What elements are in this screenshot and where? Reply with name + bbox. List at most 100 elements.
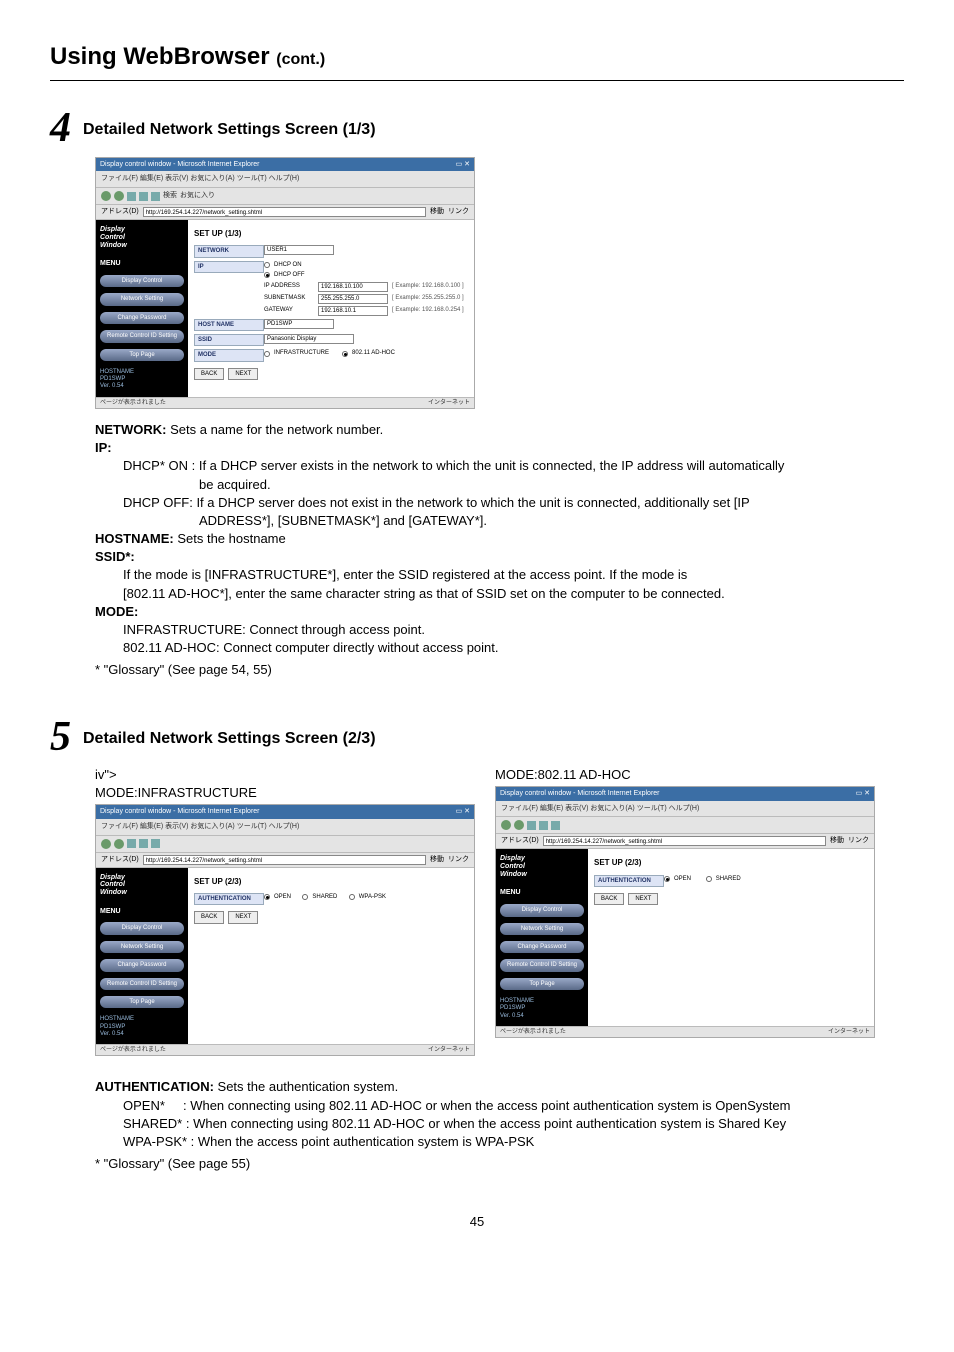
back-button[interactable]: BACK (194, 368, 224, 380)
refresh-icon[interactable] (139, 192, 148, 201)
title-cont: (cont.) (276, 51, 325, 68)
next-button-l[interactable]: NEXT (228, 911, 258, 923)
sidebar-item-change-password[interactable]: Change Password (500, 941, 584, 953)
back-icon[interactable] (101, 839, 111, 849)
subnet-hint: [ Example: 255.255.255.0 ] (392, 294, 464, 302)
lead-dhcp-on: DHCP* ON : (123, 458, 199, 473)
gateway-input[interactable]: 192.168.10.1 (318, 306, 388, 316)
window-controls-icon-l[interactable]: ▭ ✕ (456, 807, 470, 817)
back-icon[interactable] (101, 191, 111, 201)
sidebar: DisplayControlWindow MENU Display Contro… (96, 220, 188, 396)
sidebar-item-remote-id[interactable]: Remote Control ID Setting (100, 330, 184, 342)
address-bar: アドレス(D) http://169.254.14.227/network_se… (96, 205, 474, 220)
txt-shared: When connecting using 802.11 AD-HOC or w… (189, 1116, 786, 1131)
status-right-l: インターネット (428, 1046, 470, 1054)
field-label-ip: IP (194, 261, 264, 273)
form-panel-l: SET UP (2/3) AUTHENTICATION OPEN SHARED … (188, 868, 474, 1044)
step-4-heading: Detailed Network Settings Screen (1/3) (83, 119, 376, 141)
refresh-icon[interactable] (539, 821, 548, 830)
ssid-input[interactable]: Panasonic Display (264, 334, 354, 344)
dhcp-on-radio[interactable] (264, 262, 270, 268)
mode-infra-radio[interactable] (264, 351, 270, 357)
sidebar-item-display-control[interactable]: Display Control (100, 922, 184, 934)
sidebar-item-display-control[interactable]: Display Control (100, 275, 184, 287)
forward-icon[interactable] (114, 191, 124, 201)
next-button-r[interactable]: NEXT (628, 893, 658, 905)
links-label: リンク (448, 207, 469, 217)
sidebar-item-change-password[interactable]: Change Password (100, 312, 184, 324)
url-input-l[interactable]: http://169.254.14.227/network_setting.sh… (143, 855, 426, 865)
go-button-r[interactable]: 移動 (830, 836, 844, 846)
lead-mode-adhoc: 802.11 AD-HOC: (123, 640, 220, 655)
txt-ssid-2: [802.11 AD-HOC*], enter the same charact… (123, 586, 725, 601)
sidebar-item-network-setting[interactable]: Network Setting (500, 923, 584, 935)
sidebar-item-network-setting[interactable]: Network Setting (100, 941, 184, 953)
forward-icon[interactable] (114, 839, 124, 849)
sidebar-menu-heading: MENU (100, 259, 184, 269)
go-button[interactable]: 移動 (430, 207, 444, 217)
page-title: Using WebBrowser (cont.) (50, 40, 904, 74)
txt-mode-adhoc: Connect computer directly without access… (220, 640, 499, 655)
back-button-l[interactable]: BACK (194, 911, 224, 923)
home-icon[interactable] (151, 192, 160, 201)
auth-shared-radio[interactable] (302, 894, 308, 900)
auth-shared-radio-r[interactable] (706, 876, 712, 882)
window-controls-icon-r[interactable]: ▭ ✕ (856, 789, 870, 799)
refresh-icon[interactable] (139, 839, 148, 848)
sidebar-logo: DisplayControlWindow (100, 874, 184, 897)
lead-mode-infra: INFRASTRUCTURE: (123, 622, 246, 637)
ipaddr-label: IP ADDRESS (264, 282, 314, 290)
network-input[interactable]: USER1 (264, 245, 334, 255)
window-controls-icon[interactable]: ▭ ✕ (456, 160, 470, 170)
hostname-input[interactable]: PD1SWP (264, 319, 334, 329)
sidebar-item-display-control[interactable]: Display Control (500, 904, 584, 916)
next-button[interactable]: NEXT (228, 368, 258, 380)
sidebar-item-network-setting[interactable]: Network Setting (100, 293, 184, 305)
screenshot-network-1-3: Display control window - Microsoft Inter… (95, 157, 475, 409)
sidebar-item-top-page[interactable]: Top Page (100, 349, 184, 361)
browser-toolbar-l (96, 836, 474, 853)
sidebar-item-top-page[interactable]: Top Page (500, 978, 584, 990)
sidebar-item-top-page[interactable]: Top Page (100, 996, 184, 1008)
lbl-ssid: SSID*: (95, 549, 135, 564)
auth-open-radio[interactable] (264, 894, 270, 900)
field-label-auth-r: AUTHENTICATION (594, 875, 664, 887)
title-rule (50, 80, 904, 81)
auth-wpapsk-radio[interactable] (349, 894, 355, 900)
sidebar-logo: DisplayControlWindow (500, 855, 584, 878)
auth-open-radio-r[interactable] (664, 876, 670, 882)
links-label-r: リンク (848, 836, 869, 846)
step4-description: NETWORK: Sets a name for the network num… (95, 421, 884, 680)
browser-menubar: ファイル(F) 編集(E) 表示(V) お気に入り(A) ツール(T) ヘルプ(… (96, 171, 474, 188)
glossary-note-2: * "Glossary" (See page 55) (95, 1155, 884, 1173)
back-icon[interactable] (501, 820, 511, 830)
stop-icon[interactable] (127, 192, 136, 201)
sidebar-item-change-password[interactable]: Change Password (100, 959, 184, 971)
step-5-heading: Detailed Network Settings Screen (2/3) (83, 728, 376, 750)
home-icon[interactable] (151, 839, 160, 848)
url-input-r[interactable]: http://169.254.14.227/network_setting.sh… (543, 836, 826, 846)
forward-icon[interactable] (514, 820, 524, 830)
ipaddr-input[interactable]: 192.168.10.100 (318, 282, 388, 292)
back-button-r[interactable]: BACK (594, 893, 624, 905)
stop-icon[interactable] (527, 821, 536, 830)
go-button-l[interactable]: 移動 (430, 855, 444, 865)
txt-open: : When connecting using 802.11 AD-HOC or… (179, 1098, 790, 1113)
auth-shared-label-r: SHARED (716, 875, 741, 883)
txt-mode-infra: Connect through access point. (246, 622, 425, 637)
stop-icon[interactable] (127, 839, 136, 848)
url-input[interactable]: http://169.254.14.227/network_setting.sh… (143, 207, 426, 217)
lbl-ip: IP: (95, 440, 112, 455)
dhcp-off-radio[interactable] (264, 272, 270, 278)
page-number: 45 (50, 1213, 904, 1231)
mode-adhoc-radio[interactable] (342, 351, 348, 357)
sidebar-item-remote-id[interactable]: Remote Control ID Setting (100, 978, 184, 990)
screenshot-network-2-3-adhoc: Display control window - Microsoft Inter… (495, 786, 875, 1038)
window-titlebar-r: Display control window - Microsoft Inter… (496, 787, 874, 801)
sidebar-item-remote-id[interactable]: Remote Control ID Setting (500, 959, 584, 971)
txt-dhcp-off-1: If a DHCP server does not exist in the n… (196, 495, 749, 510)
home-icon[interactable] (551, 821, 560, 830)
favorites-label: お気に入り (180, 191, 215, 201)
subnet-input[interactable]: 255.255.255.0 (318, 294, 388, 304)
auth-wpapsk-label: WPA-PSK (359, 893, 386, 901)
